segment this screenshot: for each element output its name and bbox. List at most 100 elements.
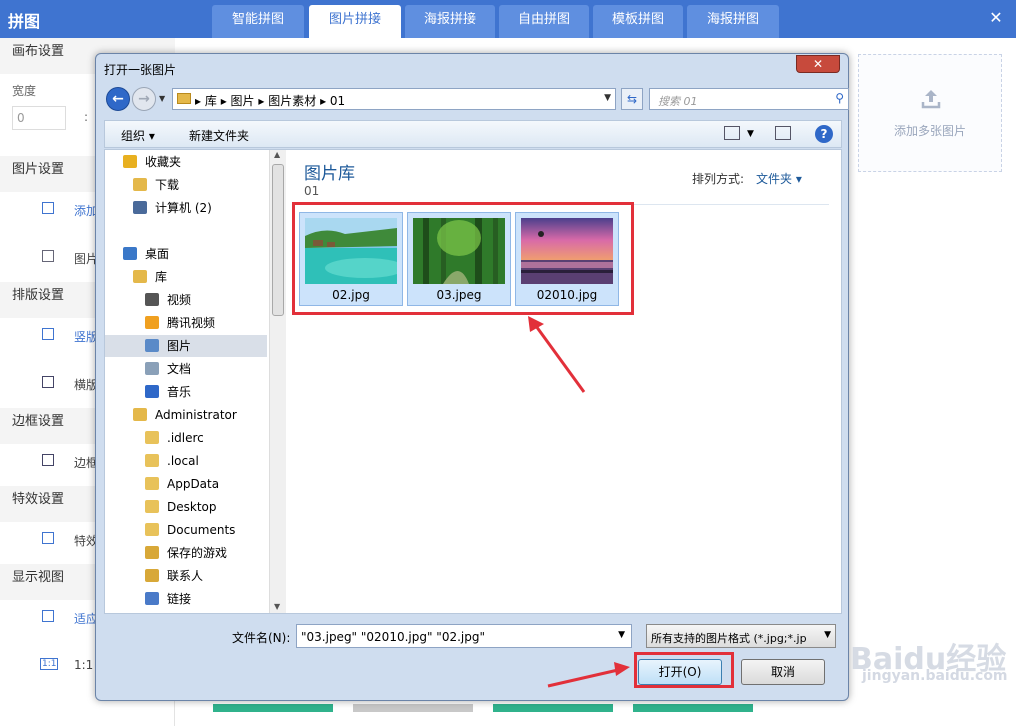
tab-template-collage[interactable]: 模板拼图 [593, 5, 683, 38]
nav-tree-item[interactable]: 腾讯视频 [105, 312, 267, 334]
music-icon [145, 385, 159, 398]
dialog-close-button[interactable]: ✕ [796, 55, 840, 73]
navigation-bar: ← → ▼ ▸ 库 ▸ 图片 ▸ 图片素材 ▸ 01 ▼ ⇆ 搜索 01 ⚲ [104, 84, 849, 114]
back-button[interactable]: ← [106, 87, 130, 111]
scrollbar-thumb[interactable] [272, 164, 284, 316]
filter-dropdown-icon[interactable]: ▼ [824, 630, 831, 640]
width-input[interactable]: 0 [12, 106, 66, 130]
nav-tree-item[interactable]: AppData [105, 473, 267, 495]
nav-tree-item[interactable]: Documents [105, 519, 267, 541]
nav-tree-item[interactable]: 收藏夹 [105, 151, 267, 173]
folder-icon [177, 93, 191, 104]
address-bar[interactable]: ▸ 库 ▸ 图片 ▸ 图片素材 ▸ 01 ▼ [172, 88, 616, 110]
nav-tree-item[interactable]: 库 [105, 266, 267, 288]
library-icon [133, 270, 147, 283]
image-icon [42, 202, 54, 214]
library-title: 图片库 [304, 164, 355, 184]
forward-arrow-icon: → [138, 91, 150, 107]
nav-tree-item[interactable]: 音乐 [105, 381, 267, 403]
watermark-url: jingyan.baidu.com [862, 668, 1008, 684]
bottom-strip [633, 704, 753, 712]
desktop-icon [123, 247, 137, 260]
bottom-strip [493, 704, 613, 712]
nav-tree-item[interactable]: Desktop [105, 496, 267, 518]
folder-icon [145, 500, 159, 513]
nav-tree-label: 链接 [167, 592, 192, 606]
nav-tree-item[interactable]: .idlerc [105, 427, 267, 449]
nav-tree-label: 库 [155, 270, 168, 284]
border-icon [42, 454, 54, 466]
filename-label: 文件名(N): [232, 631, 291, 645]
search-input[interactable]: 搜索 01 ⚲ [649, 88, 849, 110]
nav-tree-label: 桌面 [145, 247, 170, 261]
nav-tree-label: 图片 [167, 339, 192, 353]
nav-tree-item[interactable]: 桌面 [105, 243, 267, 265]
nav-tree-item[interactable]: Administrator [105, 404, 267, 426]
sort-dropdown[interactable]: 文件夹 ▾ [756, 170, 802, 187]
breadcrumb-item[interactable]: 01 [330, 94, 345, 108]
tab-poster-stitch[interactable]: 海报拼接 [405, 5, 495, 38]
history-dropdown-icon[interactable]: ▼ [159, 94, 165, 103]
forward-button[interactable]: → [132, 87, 156, 111]
nav-tree-label: AppData [167, 477, 220, 491]
nav-tree-label: 收藏夹 [145, 155, 182, 169]
cancel-button[interactable]: 取消 [741, 659, 825, 685]
nav-tree-label: Documents [167, 523, 236, 537]
download-folder-icon [133, 178, 147, 191]
nav-tree-item[interactable]: 视频 [105, 289, 267, 311]
star-icon [123, 155, 137, 168]
annotation-box-files [292, 202, 634, 315]
nav-tree-label: 下载 [155, 178, 180, 192]
view-mode-icon[interactable] [724, 126, 740, 140]
preview-pane-icon[interactable] [775, 126, 791, 140]
watermark: Baidu经验 jingyan.baidu.com [838, 616, 1008, 706]
nav-tree-label: 计算机 (2) [155, 201, 212, 215]
dialog-title: 打开一张图片 [104, 63, 177, 77]
contacts-icon [145, 569, 159, 582]
breadcrumb-sep: ▸ [320, 94, 330, 108]
nav-tree-item[interactable]: 计算机 (2) [105, 197, 267, 219]
nav-tree-item[interactable]: 链接 [105, 588, 267, 610]
tree-scrollbar[interactable]: ▲ ▼ [269, 150, 286, 613]
breadcrumb-item[interactable]: 图片 [231, 94, 255, 108]
search-placeholder: 搜索 01 [658, 95, 698, 108]
scroll-down-icon[interactable]: ▼ [274, 602, 280, 611]
tab-free-collage[interactable]: 自由拼图 [499, 5, 589, 38]
organize-button[interactable]: 组织 ▾ [121, 127, 155, 144]
actual-size-icon: 1:1 [40, 658, 59, 670]
filename-dropdown-icon[interactable]: ▼ [618, 630, 625, 640]
view-dropdown-icon[interactable]: ▼ [747, 129, 754, 139]
library-subtitle: 01 [304, 184, 320, 198]
file-type-filter[interactable]: 所有支持的图片格式 (*.jpg;*.jp ▼ [646, 624, 836, 648]
add-multiple-images-button[interactable]: 添加多张图片 [858, 54, 1002, 172]
help-icon[interactable]: ? [815, 125, 833, 143]
breadcrumb-item[interactable]: 库 [205, 94, 217, 108]
tab-poster-collage[interactable]: 海报拼图 [687, 5, 779, 38]
fit-view-icon [42, 610, 54, 622]
nav-tree-item[interactable]: 联系人 [105, 565, 267, 587]
bottom-strip [353, 704, 473, 712]
folder-icon [145, 454, 159, 467]
address-dropdown-icon[interactable]: ▼ [604, 93, 611, 103]
nav-tree-item[interactable]: 文档 [105, 358, 267, 380]
nav-tree-item[interactable]: .local [105, 450, 267, 472]
nav-tree-label: 联系人 [167, 569, 204, 583]
nav-tree-item[interactable]: 图片 [105, 335, 267, 357]
nav-tree-item[interactable]: 保存的游戏 [105, 542, 267, 564]
search-icon: ⚲ [835, 91, 844, 105]
tab-image-stitch[interactable]: 图片拼接 [309, 5, 401, 38]
tab-smart-collage[interactable]: 智能拼图 [212, 5, 304, 38]
breadcrumb-item[interactable]: 图片素材 [268, 94, 316, 108]
nav-tree-label: .local [167, 454, 199, 468]
nav-tree-item[interactable]: 下载 [105, 174, 267, 196]
refresh-button[interactable]: ⇆ [621, 88, 643, 110]
horizontal-layout-icon [42, 376, 54, 388]
close-app-icon[interactable]: ✕ [986, 8, 1006, 28]
nav-tree-label: Administrator [155, 408, 237, 422]
new-folder-button[interactable]: 新建文件夹 [189, 127, 249, 144]
navigation-tree: 收藏夹下载计算机 (2) 桌面库视频 腾讯视频图片文档音乐 Administrator… [105, 150, 277, 613]
nav-tree-label: 音乐 [167, 385, 192, 399]
width-label: 宽度 [12, 84, 37, 98]
scroll-up-icon[interactable]: ▲ [274, 150, 280, 159]
filename-input[interactable]: "03.jpeg" "02010.jpg" "02.jpg" ▼ [296, 624, 632, 648]
